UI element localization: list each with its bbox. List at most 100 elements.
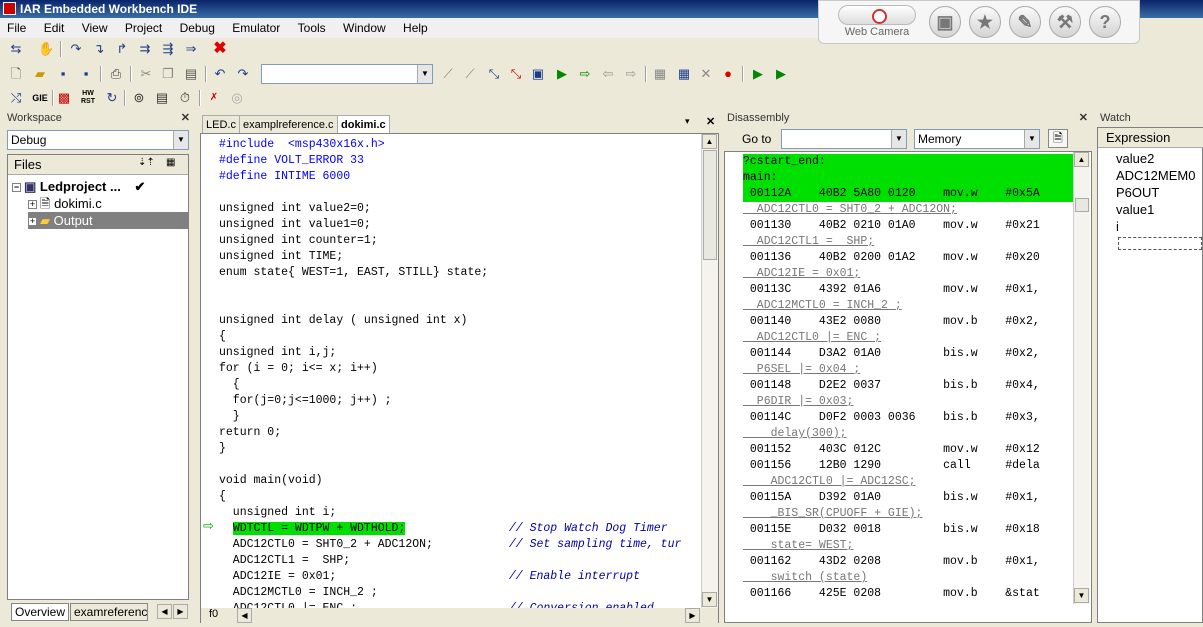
step-over-icon[interactable]: ↷ <box>68 41 84 57</box>
menu-tools[interactable]: Tools <box>291 18 333 38</box>
tab-examreference[interactable]: examreference <box>70 603 148 621</box>
disassembly-options-icon[interactable]: 🗎 <box>1048 129 1068 148</box>
toggle-bookmark-icon[interactable]: ▶ <box>554 66 570 82</box>
expand-icon[interactable]: + <box>28 217 37 227</box>
toggle-breakpoint-icon[interactable]: ● <box>720 66 736 82</box>
download-debug-icon[interactable]: ▶ <box>750 66 766 82</box>
step-out-icon[interactable]: ↱ <box>114 41 130 57</box>
copy-icon[interactable]: ❐ <box>160 66 176 82</box>
go-icon[interactable]: ⇒ <box>183 41 199 57</box>
menu-view[interactable]: View <box>75 18 115 38</box>
memory-window-icon[interactable]: ▤ <box>154 90 170 106</box>
scroll-thumb[interactable] <box>703 150 717 260</box>
sort-icon[interactable]: ⇣⇡ <box>138 157 155 168</box>
menu-help[interactable]: Help <box>396 18 435 38</box>
memory-select[interactable]: Memory ▼ <box>914 129 1040 149</box>
compile-icon[interactable]: ▦ <box>652 66 668 82</box>
scroll-thumb[interactable] <box>1075 198 1089 212</box>
disassembly-content[interactable]: ?cstart_end: main: 00112A 40B2 5A80 0120 … <box>743 152 1073 604</box>
expand-icon[interactable]: + <box>28 200 37 210</box>
step-into-icon[interactable]: ↴ <box>91 41 107 57</box>
find-combo[interactable]: ▼ <box>261 64 433 84</box>
tree-item-project[interactable]: − ▣ Ledproject ... ✔ <box>12 178 145 195</box>
tree-item-file[interactable]: + 🗎 dokimi.c <box>28 195 102 212</box>
web-camera-button[interactable]: Web Camera <box>837 5 917 38</box>
navigate-forward-icon[interactable]: ⇨ <box>623 66 639 82</box>
save-all-icon[interactable]: ▪ <box>78 66 94 82</box>
tab-overview[interactable]: Overview <box>11 603 70 621</box>
scroll-up-icon[interactable]: ▲ <box>1074 152 1089 167</box>
breakpoint-chip-icon[interactable]: ▩ <box>56 90 72 106</box>
edit-icon[interactable]: ✎ <box>1009 6 1041 38</box>
find-next-icon[interactable]: ⟋ <box>462 66 478 82</box>
menu-window[interactable]: Window <box>336 18 393 38</box>
tab-dokimi-c[interactable]: dokimi.c <box>337 115 390 133</box>
tab-examplreference-c[interactable]: examplreference.c <box>239 115 338 133</box>
menu-file[interactable]: File <box>0 18 33 38</box>
stop-build-icon[interactable]: ✕ <box>698 66 714 82</box>
find-in-files-icon[interactable]: ⤡ <box>486 66 502 82</box>
menu-emulator[interactable]: Emulator <box>225 18 287 38</box>
watch-item[interactable]: i <box>1116 218 1195 235</box>
watch-item[interactable]: P6OUT <box>1116 184 1195 201</box>
config-select[interactable]: Debug ▼ <box>7 130 189 150</box>
chevron-down-icon[interactable]: ▼ <box>173 131 188 149</box>
close-icon[interactable]: ✕ <box>1079 110 1088 127</box>
help-icon[interactable]: ? <box>1089 6 1121 38</box>
chevron-down-icon[interactable]: ▼ <box>1024 130 1039 148</box>
clear-breakpoints-icon[interactable]: ✗ <box>206 90 222 106</box>
disassembly-scrollbar[interactable]: ▲ ▼ <box>1073 152 1090 604</box>
stopwatch-icon[interactable]: ⏱ <box>177 90 193 106</box>
state-storage-icon[interactable]: ⊚ <box>131 90 147 106</box>
undo-icon[interactable]: ↶ <box>212 66 228 82</box>
star-icon[interactable]: ★ <box>969 6 1001 38</box>
print-icon[interactable]: ⎙ <box>108 66 124 82</box>
run-to-cursor-icon[interactable]: ⇶ <box>160 41 176 57</box>
tab-led-c[interactable]: LED.c <box>202 115 240 133</box>
emulator-step-icon[interactable]: ⤭ <box>8 90 24 106</box>
watch-column-header[interactable]: Expression <box>1098 128 1203 148</box>
stop-hand-icon[interactable]: ✋ <box>38 41 54 57</box>
close-icon[interactable]: ✕ <box>181 110 190 127</box>
chevron-down-icon[interactable]: ▼ <box>417 65 432 83</box>
tab-right-icon[interactable]: ▶ <box>173 604 188 619</box>
replace-icon[interactable]: ⤡ <box>508 66 524 82</box>
menu-project[interactable]: Project <box>118 18 169 38</box>
cut-icon[interactable]: ✂ <box>138 66 154 82</box>
tab-left-icon[interactable]: ◀ <box>157 604 172 619</box>
paste-icon[interactable]: ▤ <box>183 66 199 82</box>
tree-item-output[interactable]: + ▰ Output <box>28 212 188 229</box>
make-icon[interactable]: ▦ <box>676 66 692 82</box>
code-area[interactable]: #include <msp430x16x.h> #define VOLT_ERRO… <box>217 134 701 608</box>
open-folder-icon[interactable]: ▰ <box>32 66 48 82</box>
debug-without-download-icon[interactable]: ▶ <box>773 66 789 82</box>
save-icon[interactable]: ▪ <box>55 66 71 82</box>
new-file-icon[interactable]: 🗋 <box>8 66 24 82</box>
hw-reset-icon[interactable]: HW RST <box>80 90 96 106</box>
watch-item[interactable]: value1 <box>1116 201 1195 218</box>
redo-icon[interactable]: ↷ <box>235 66 251 82</box>
scroll-up-icon[interactable]: ▲ <box>702 134 717 149</box>
next-statement-icon[interactable]: ⇉ <box>137 41 153 57</box>
watch-item[interactable]: ADC12MEM0 <box>1116 167 1195 184</box>
reset-icon[interactable]: ⇆ <box>8 41 24 57</box>
refresh-icon[interactable]: ↻ <box>104 90 120 106</box>
scroll-down-icon[interactable]: ▼ <box>702 592 717 607</box>
wrench-icon[interactable]: ⚒ <box>1049 6 1081 38</box>
editor-scrollbar[interactable]: ▲ ▼ <box>701 134 718 608</box>
id-card-icon[interactable]: ▣ <box>929 6 961 38</box>
tab-menu-icon[interactable]: ▾ <box>685 116 690 127</box>
gie-icon[interactable]: GIE <box>32 90 48 106</box>
menu-debug[interactable]: Debug <box>173 18 222 38</box>
watch-item[interactable]: value2 <box>1116 150 1195 167</box>
close-icon[interactable]: ✕ <box>706 115 715 128</box>
scroll-down-icon[interactable]: ▼ <box>1074 588 1089 603</box>
navigate-back-icon[interactable]: ⇦ <box>600 66 616 82</box>
find-icon[interactable]: ⟋ <box>440 66 456 82</box>
collapse-icon[interactable]: − <box>12 183 21 193</box>
goto-input[interactable]: ▼ <box>781 129 907 149</box>
watch-new-entry[interactable] <box>1118 237 1202 250</box>
scroll-left-icon[interactable]: ◀ <box>237 608 252 623</box>
chevron-down-icon[interactable]: ▼ <box>891 130 906 148</box>
next-bookmark-icon[interactable]: ⇨ <box>577 66 593 82</box>
